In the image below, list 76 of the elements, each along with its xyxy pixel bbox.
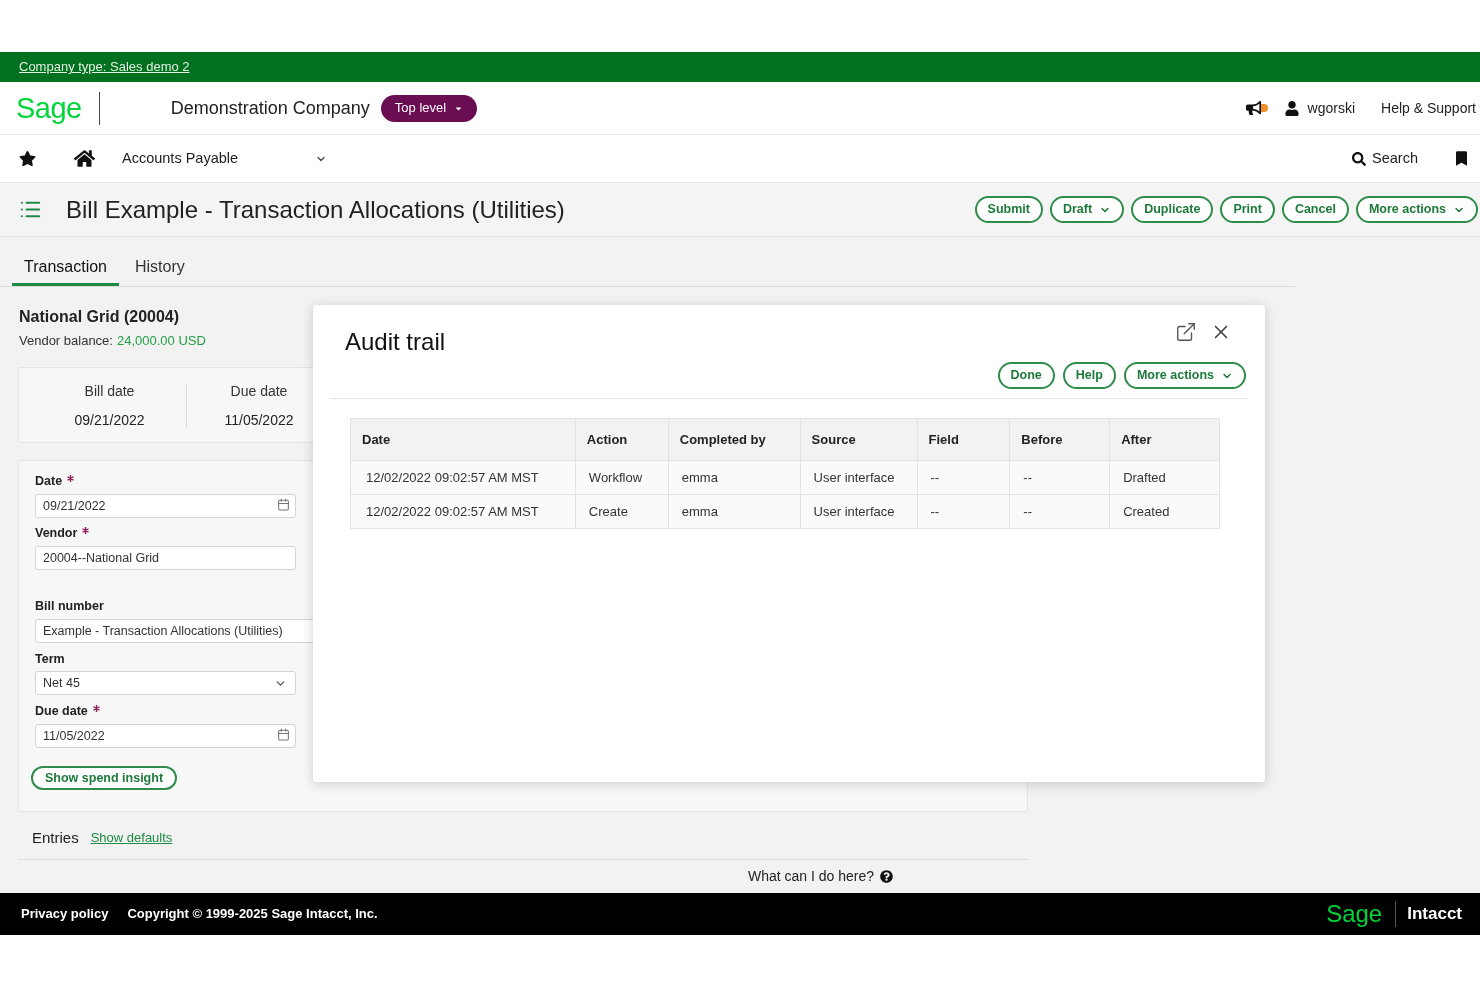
level-menu-button[interactable]: Top level	[380, 94, 478, 122]
table-cell: 12/02/2022 09:02:57 AM MST	[350, 460, 576, 495]
column-header: Before	[1009, 418, 1110, 461]
table-cell: --	[1009, 460, 1110, 495]
company-type-link[interactable]: Company type: Sales demo 2	[19, 57, 190, 77]
module-menu[interactable]: Accounts Payable	[122, 147, 327, 170]
help-icon[interactable]	[880, 869, 894, 883]
calendar-icon[interactable]	[277, 728, 290, 741]
summary-value: 11/05/2022	[224, 411, 294, 428]
megaphone-icon[interactable]	[1245, 100, 1268, 116]
logo: Sage	[16, 91, 82, 125]
company-name: Demonstration Company	[170, 96, 370, 120]
home-icon[interactable]	[74, 149, 95, 168]
table-cell: Workflow	[575, 460, 669, 495]
vendor-balance-label: Vendor balance:	[19, 333, 113, 349]
action-button[interactable]: Cancel	[1281, 196, 1349, 223]
column-header: After	[1109, 418, 1220, 461]
user-name[interactable]: wgorski	[1307, 97, 1356, 119]
entries-label: Entries	[32, 828, 79, 847]
external-link-icon[interactable]	[1175, 321, 1197, 343]
dialog-action-button[interactable]: Done	[997, 362, 1055, 389]
action-button[interactable]: Duplicate	[1131, 196, 1214, 223]
column-header: Date	[350, 418, 576, 461]
field-label: Vendor	[35, 525, 78, 541]
help-link[interactable]: What can I do here?	[748, 865, 875, 887]
column-header: Completed by	[668, 418, 801, 461]
search-icon	[1352, 151, 1367, 166]
text-field[interactable]: 20004--National Grid	[35, 546, 296, 570]
product-name: Intacct	[1407, 903, 1462, 926]
table-cell: 12/02/2022 09:02:57 AM MST	[350, 494, 576, 529]
table-cell: emma	[668, 460, 801, 495]
table-cell: --	[1009, 494, 1110, 529]
field-label: Date	[35, 473, 63, 489]
table-cell: User interface	[800, 460, 917, 495]
copyright-text: Copyright © 1999-2025 Sage Intacct, Inc.	[127, 905, 378, 924]
select-field[interactable]: Net 45	[35, 671, 296, 695]
search-button[interactable]: Search	[1352, 147, 1418, 170]
column-header: Field	[917, 418, 1010, 461]
vendor-balance-value: 24,000.00 USD	[116, 333, 206, 349]
table-cell: --	[917, 460, 1010, 495]
privacy-policy-link[interactable]: Privacy policy	[21, 904, 109, 924]
table-cell: Create	[575, 494, 669, 529]
table-cell: Drafted	[1109, 460, 1220, 495]
action-button[interactable]: Submit	[974, 196, 1043, 223]
column-header: Action	[575, 418, 669, 461]
summary-label: Bill date	[84, 382, 135, 399]
dialog-action-button[interactable]: Help	[1062, 362, 1116, 389]
table-cell: --	[917, 494, 1010, 529]
summary-value: 09/21/2022	[74, 411, 145, 428]
star-icon[interactable]	[19, 150, 36, 167]
calendar-icon[interactable]	[277, 498, 290, 511]
table-cell: emma	[668, 494, 801, 529]
tab[interactable]: Transaction	[12, 250, 119, 286]
column-header: Source	[800, 418, 917, 461]
dialog-action-button[interactable]: More actions	[1123, 362, 1246, 389]
field-label: Term	[35, 651, 65, 667]
footer-logo: Sage	[1326, 901, 1383, 927]
action-button[interactable]: Draft	[1049, 196, 1125, 223]
field-label: Due date	[35, 703, 88, 719]
action-button[interactable]: More actions	[1355, 196, 1478, 223]
user-icon[interactable]	[1284, 100, 1299, 116]
help-support-link[interactable]: Help & Support	[1381, 97, 1476, 119]
dialog-title: Audit trail	[345, 328, 446, 356]
bookmark-icon[interactable]	[1456, 151, 1467, 166]
tab[interactable]: History	[123, 250, 197, 286]
date-field[interactable]: 11/05/2022	[35, 724, 296, 748]
field-label: Bill number	[35, 598, 104, 614]
page-title: Bill Example - Transaction Allocations (Utilities)	[66, 194, 565, 225]
vendor-name: National Grid (20004)	[19, 307, 180, 327]
spend-insight-button[interactable]: Show spend insight	[31, 766, 178, 790]
table-cell: User interface	[800, 494, 917, 529]
date-field[interactable]: 09/21/2022	[35, 494, 296, 518]
summary-label: Due date	[230, 382, 288, 399]
table-cell: Created	[1109, 494, 1220, 529]
action-button[interactable]: Print	[1220, 196, 1275, 223]
show-defaults-link[interactable]: Show defaults	[90, 828, 173, 848]
